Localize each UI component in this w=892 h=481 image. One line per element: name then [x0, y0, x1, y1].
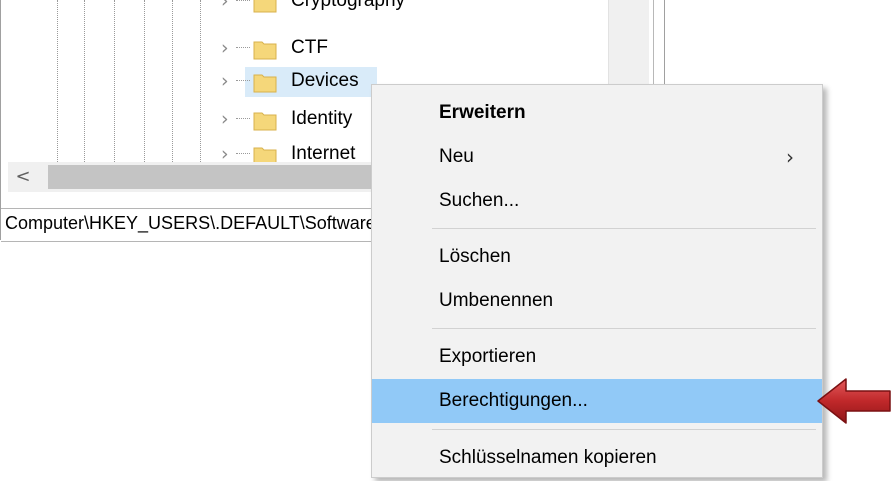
tree-item-label: Cryptography [291, 0, 406, 11]
menu-item-label: Löschen [439, 246, 511, 267]
menu-separator [432, 429, 816, 430]
tree-connector [236, 0, 250, 1]
menu-item-new[interactable]: Neu › [372, 135, 822, 179]
tree-connector [236, 47, 250, 48]
menu-item-label: Suchen... [439, 190, 520, 211]
menu-item-delete[interactable]: Löschen [372, 235, 822, 279]
tree-item-ctf[interactable]: › CTF [8, 34, 608, 62]
tree-item-label: Devices [291, 70, 359, 91]
menu-separator [432, 228, 816, 229]
tree-connector [236, 153, 250, 154]
submenu-arrow-icon: › [786, 145, 794, 169]
scrollbar-thumb[interactable] [48, 165, 378, 189]
red-arrow-icon [817, 378, 891, 424]
menu-item-permissions[interactable]: Berechtigungen... [372, 379, 822, 423]
chevron-right-icon[interactable]: › [221, 144, 229, 162]
menu-item-label: Neu [439, 146, 474, 167]
menu-item-copy-key-name[interactable]: Schlüsselnamen kopieren [372, 436, 822, 480]
tree-item-label: Identity [291, 108, 353, 129]
menu-item-label: Berechtigungen... [439, 390, 588, 411]
folder-icon [253, 74, 277, 93]
menu-item-search[interactable]: Suchen... [372, 179, 822, 223]
chevron-right-icon[interactable]: › [221, 38, 229, 58]
tree-item-cryptography[interactable]: › Cryptography [8, 0, 608, 15]
menu-item-rename[interactable]: Umbenennen [372, 279, 822, 323]
menu-separator [432, 328, 816, 329]
menu-item-label: Erweitern [439, 102, 526, 123]
menu-item-export[interactable]: Exportieren [372, 335, 822, 379]
folder-icon [253, 41, 277, 60]
context-menu: Erweitern Neu › Suchen... Löschen Umbene… [371, 84, 823, 478]
tree-item-label: CTF [291, 37, 328, 58]
folder-icon [253, 112, 277, 131]
menu-item-label: Umbenennen [439, 290, 554, 311]
folder-icon [253, 0, 277, 13]
menu-item-label: Schlüsselnamen kopieren [439, 447, 657, 468]
tree-item-label: Internet [291, 143, 356, 162]
tree-connector [236, 80, 250, 81]
scroll-left-icon[interactable]: < [8, 162, 38, 192]
chevron-right-icon[interactable]: › [221, 109, 229, 129]
folder-icon [253, 147, 277, 162]
chevron-right-icon[interactable]: › [221, 71, 229, 91]
chevron-right-icon[interactable]: › [221, 0, 229, 11]
tree-connector [236, 118, 250, 119]
menu-item-label: Exportieren [439, 346, 537, 367]
menu-item-expand[interactable]: Erweitern [372, 91, 822, 135]
